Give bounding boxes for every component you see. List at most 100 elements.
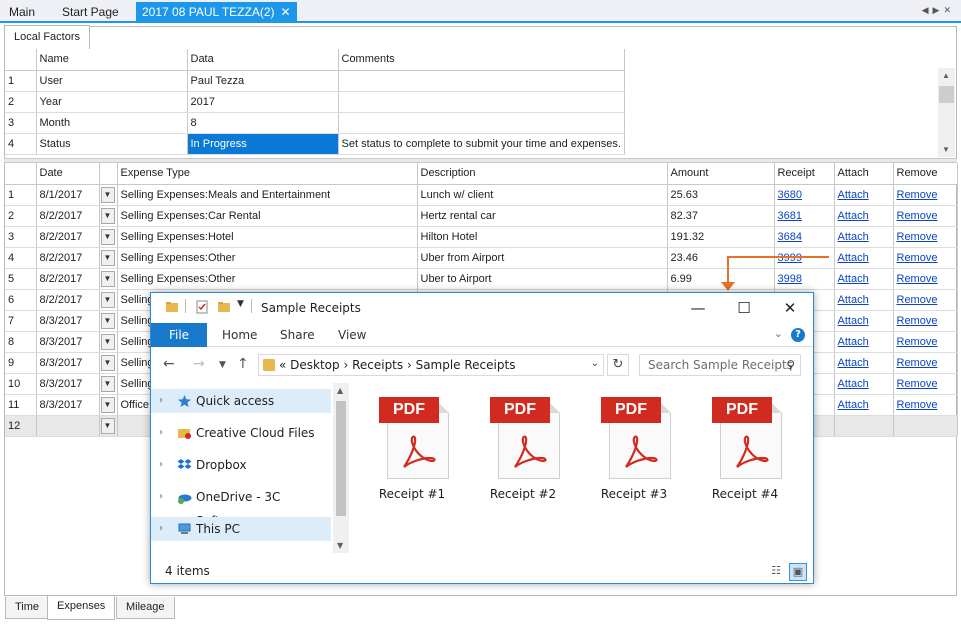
- amount-cell[interactable]: 25.63: [667, 184, 775, 206]
- pdf-file-item[interactable]: PDF Receipt #1: [365, 393, 459, 503]
- remove-cell[interactable]: [893, 415, 958, 437]
- attach-link[interactable]: Attach: [838, 189, 869, 201]
- factor-data-cell[interactable]: 8: [187, 112, 339, 134]
- column-header[interactable]: Amount: [667, 163, 775, 185]
- chevron-down-icon[interactable]: ▼: [100, 270, 115, 287]
- chevron-down-icon[interactable]: ▼: [100, 249, 115, 266]
- factor-comment-cell[interactable]: Set status to complete to submit your ti…: [338, 133, 625, 155]
- date-cell[interactable]: 8/2/2017: [36, 226, 100, 248]
- date-dropdown[interactable]: ▼: [99, 184, 118, 206]
- attach-link[interactable]: Attach: [838, 378, 869, 390]
- back-arrow-icon[interactable]: ←: [163, 356, 175, 372]
- chevron-down-icon[interactable]: ⌄: [591, 358, 599, 369]
- receipt-link[interactable]: 3684: [778, 231, 802, 243]
- remove-link[interactable]: Remove: [897, 273, 938, 285]
- date-cell[interactable]: 8/3/2017: [36, 373, 100, 395]
- description-cell[interactable]: Lunch w/ client: [417, 184, 668, 206]
- table-row[interactable]: 2 8/2/2017 ▼ Selling Expenses:Car Rental Her…: [5, 205, 958, 227]
- description-cell[interactable]: Uber to Airport: [417, 268, 668, 290]
- scrollbar-thumb[interactable]: [939, 86, 954, 103]
- attach-link[interactable]: Attach: [838, 252, 869, 264]
- attach-link[interactable]: Attach: [838, 210, 869, 222]
- ribbon-tab-view[interactable]: View: [338, 323, 366, 347]
- date-cell[interactable]: 8/3/2017: [36, 394, 100, 416]
- attach-link[interactable]: Attach: [838, 294, 869, 306]
- tab-active-document[interactable]: 2017 08 PAUL TEZZA(2) ✕: [136, 2, 297, 22]
- remove-link[interactable]: Remove: [897, 294, 938, 306]
- receipt-cell[interactable]: 3680: [774, 184, 835, 206]
- tree-item-quick-access[interactable]: › Quick access: [151, 389, 331, 413]
- chevron-right-icon[interactable]: ›: [159, 485, 163, 509]
- column-header[interactable]: Comments: [338, 49, 625, 71]
- attach-link[interactable]: Attach: [838, 399, 869, 411]
- tab-navigation[interactable]: ◀▶✕: [922, 5, 955, 16]
- receipt-link[interactable]: 3680: [778, 189, 802, 201]
- receipt-link[interactable]: 3998: [778, 273, 802, 285]
- chevron-down-icon[interactable]: ▼: [100, 354, 115, 371]
- remove-link[interactable]: Remove: [897, 357, 938, 369]
- attach-link[interactable]: Attach: [838, 315, 869, 327]
- column-header[interactable]: Date: [36, 163, 100, 185]
- factor-name-cell[interactable]: User: [36, 70, 188, 92]
- forward-arrow-icon[interactable]: →: [193, 356, 205, 372]
- receipt-cell[interactable]: 3998: [774, 268, 835, 290]
- table-row[interactable]: 3 8/2/2017 ▼ Selling Expenses:Hotel Hilton H…: [5, 226, 958, 248]
- date-dropdown[interactable]: ▼: [99, 226, 118, 248]
- chevron-right-icon[interactable]: ›: [159, 421, 163, 445]
- description-cell[interactable]: Hertz rental car: [417, 205, 668, 227]
- ribbon-tab-share[interactable]: Share: [280, 323, 315, 347]
- tab-expenses[interactable]: Expenses: [47, 596, 116, 620]
- remove-link[interactable]: Remove: [897, 336, 938, 348]
- large-icons-view-icon[interactable]: ▣: [789, 563, 807, 581]
- expense-type-cell[interactable]: Selling Expenses:Hotel: [117, 226, 418, 248]
- scroll-up-icon[interactable]: ▲: [337, 386, 343, 395]
- scrollbar-thumb[interactable]: [336, 401, 346, 516]
- table-row[interactable]: 5 8/2/2017 ▼ Selling Expenses:Other Uber to …: [5, 268, 958, 290]
- expense-type-cell[interactable]: Selling Expenses:Other: [117, 247, 418, 269]
- remove-link[interactable]: Remove: [897, 252, 938, 264]
- tab-time[interactable]: Time: [5, 597, 50, 619]
- column-header[interactable]: Data: [187, 49, 339, 71]
- chevron-right-icon[interactable]: ›: [159, 389, 163, 413]
- description-cell[interactable]: Uber from Airport: [417, 247, 668, 269]
- scroll-down-icon[interactable]: ▼: [337, 541, 343, 550]
- chevron-left-icon[interactable]: ◀: [922, 5, 933, 15]
- tree-item-creative-cloud[interactable]: › Creative Cloud Files: [151, 421, 331, 445]
- table-row[interactable]: 3 Month 8: [5, 112, 625, 134]
- remove-link[interactable]: Remove: [897, 231, 938, 243]
- pdf-file-item[interactable]: PDF Receipt #2: [476, 393, 570, 503]
- receipt-cell[interactable]: 3684: [774, 226, 835, 248]
- close-icon[interactable]: ✕: [281, 5, 291, 19]
- description-cell[interactable]: Hilton Hotel: [417, 226, 668, 248]
- amount-cell[interactable]: 191.32: [667, 226, 775, 248]
- attach-link[interactable]: Attach: [838, 231, 869, 243]
- chevron-down-icon[interactable]: ▼: [100, 396, 115, 413]
- date-cell[interactable]: [36, 415, 100, 437]
- attach-cell[interactable]: [834, 415, 894, 437]
- breadcrumb[interactable]: « Desktop › Receipts › Sample Receipts: [279, 358, 515, 372]
- factor-name-cell[interactable]: Month: [36, 112, 188, 134]
- navigation-pane-scrollbar[interactable]: ▲ ▼: [333, 383, 349, 553]
- properties-icon[interactable]: [195, 300, 209, 314]
- remove-link[interactable]: Remove: [897, 210, 938, 222]
- date-cell[interactable]: 8/2/2017: [36, 205, 100, 227]
- expense-type-cell[interactable]: Selling Expenses:Meals and Entertainment: [117, 184, 418, 206]
- date-cell[interactable]: 8/2/2017: [36, 247, 100, 269]
- factor-name-cell[interactable]: Status: [36, 133, 188, 155]
- chevron-right-icon[interactable]: ›: [159, 453, 163, 477]
- date-cell[interactable]: 8/2/2017: [36, 268, 100, 290]
- date-dropdown[interactable]: ▼: [99, 310, 118, 332]
- factor-comment-cell[interactable]: [338, 70, 625, 92]
- scroll-down-icon[interactable]: ▼: [942, 145, 950, 154]
- window-close-icon[interactable]: ✕: [943, 5, 955, 15]
- chevron-right-icon[interactable]: ▶: [933, 5, 944, 15]
- remove-link[interactable]: Remove: [897, 189, 938, 201]
- tab-main[interactable]: Main: [5, 3, 39, 21]
- remove-link[interactable]: Remove: [897, 399, 938, 411]
- minimize-button[interactable]: —: [675, 293, 721, 323]
- date-dropdown[interactable]: ▼: [99, 373, 118, 395]
- tab-mileage[interactable]: Mileage: [116, 597, 175, 619]
- date-cell[interactable]: 8/1/2017: [36, 184, 100, 206]
- chevron-down-icon[interactable]: ▼: [100, 291, 115, 308]
- tab-local-factors[interactable]: Local Factors: [4, 25, 90, 49]
